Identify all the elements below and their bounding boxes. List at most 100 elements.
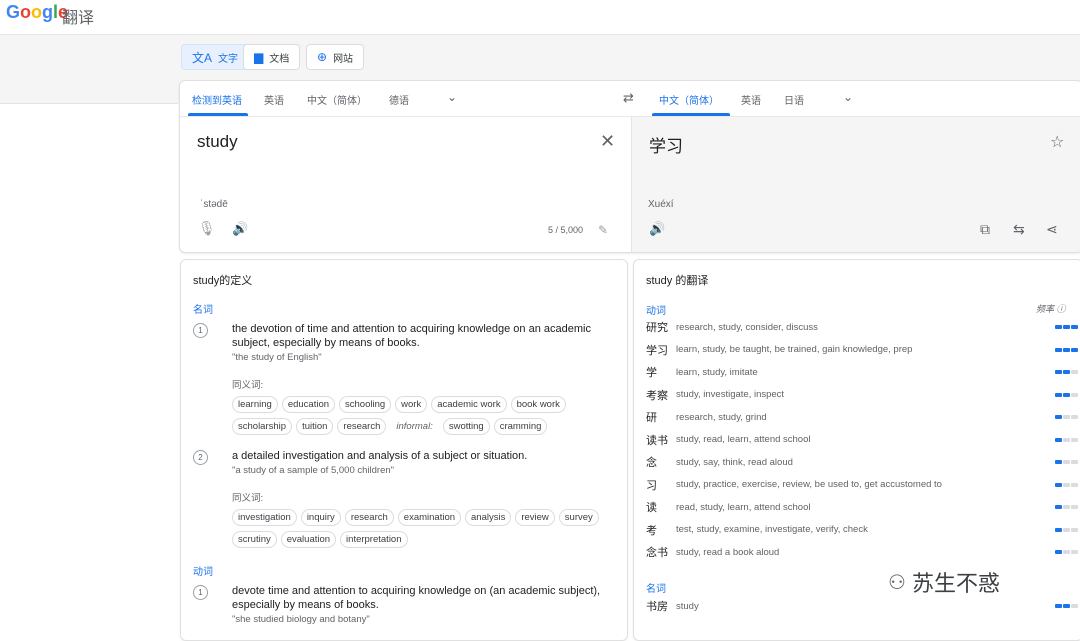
tab-target-japanese[interactable]: 日语 [784,92,804,107]
definitions-title: study的定义 [193,275,253,287]
frequency-segment [1063,325,1070,329]
frequency-segment [1055,505,1062,509]
translation-row[interactable]: 念 study, say, think, read aloud [646,454,1078,470]
translation-row[interactable]: 考 test, study, examine, investigate, veri… [646,522,1078,538]
synonym-chip[interactable]: swotting [442,418,490,435]
mode-document-button[interactable]: ▆ 文档 [243,44,301,70]
synonym-chip[interactable]: examination [397,509,462,526]
synonym-chip[interactable]: research [337,418,387,435]
translation-word[interactable]: 研究 [646,319,676,335]
close-icon[interactable]: ✕ [600,131,615,152]
translation-word[interactable]: 学习 [646,342,676,358]
copy-icon[interactable]: ⧉ [980,221,990,238]
translation-word[interactable]: 念 [646,454,676,470]
synonym-chip[interactable]: investigation [232,509,297,526]
share-icon[interactable]: ⋖ [1046,221,1058,238]
translation-word[interactable]: 念书 [646,544,676,560]
frequency-segment [1055,325,1062,329]
translation-word[interactable]: 考察 [646,387,676,403]
synonym-chip[interactable]: tuition [296,418,334,435]
synonym-chip[interactable]: review [515,509,555,526]
synonym-chip[interactable]: evaluation [280,531,337,548]
mode-website-button[interactable]: ⊕ 网站 [306,44,365,70]
feedback-icon[interactable]: ⇆ [1013,221,1025,238]
translation-word[interactable]: 考 [646,522,676,538]
tab-target-english[interactable]: 英语 [741,92,761,107]
translation-row[interactable]: 学习 learn, study, be taught, be trained, g… [646,342,1078,358]
synonym-chip[interactable]: analysis [465,509,512,526]
logo-letter: g [42,2,54,22]
translation-row[interactable]: 读书 study, read, learn, attend school [646,432,1078,448]
translation-word[interactable]: 研 [646,409,676,425]
translation-row[interactable]: 读 read, study, learn, attend school [646,499,1078,515]
back-translations: study, practice, exercise, review, be us… [676,479,942,490]
synonym-chip[interactable]: academic work [431,396,507,413]
translation-row[interactable]: 书房 study [646,598,1078,614]
back-translations: study [676,600,699,612]
frequency-segment [1063,392,1070,397]
frequency-bar [1055,415,1078,419]
frequency-segment [1071,505,1078,509]
frequency-label[interactable]: 频率 ⓘ [1036,302,1066,315]
back-translations: learn, study, be taught, be trained, gai… [676,344,913,355]
chevron-down-icon[interactable]: ⌄ [843,90,853,104]
translation-row[interactable]: 考察 study, investigate, inspect [646,387,1078,403]
frequency-segment [1063,505,1070,509]
translation-word[interactable]: 学 [646,364,676,380]
translation-word[interactable]: 习 [646,477,676,493]
chevron-down-icon[interactable]: ⌄ [447,90,457,104]
source-pane[interactable]: study ✕ ˈstədē 🎙 🔊 5 / 5,000 ✎ [180,117,631,252]
synonym-chip[interactable]: research [344,509,394,526]
synonym-chip[interactable]: learning [232,396,278,413]
synonym-chip[interactable]: interpretation [340,531,408,548]
translation-word[interactable]: 读书 [646,432,676,448]
synonym-chip[interactable]: scrutiny [232,531,277,548]
tab-source-english[interactable]: 英语 [264,92,284,107]
frequency-bar [1055,325,1078,329]
synonym-chip[interactable]: education [281,396,336,413]
swap-languages-icon[interactable]: ⇄ [623,90,634,106]
globe-icon: ⊕ [317,50,328,64]
speaker-icon[interactable]: 🔊 [649,221,665,237]
synonym-chips: scrutiny evaluation interpretation [232,531,408,548]
translation-row[interactable]: 习 study, practice, exercise, review, be u… [646,477,1078,493]
translation-row[interactable]: 研究 research, study, consider, discuss [646,319,1078,335]
synonyms-label: 同义词: [232,380,264,391]
frequency-segment [1055,550,1062,554]
back-translations: study, read, learn, attend school [676,434,811,445]
synonym-chip[interactable]: cramming [493,418,548,435]
synonym-chip[interactable]: book work [510,396,566,413]
frequency-segment [1071,325,1078,329]
frequency-segment [1063,437,1070,442]
watermark: ⚇ 苏生不惑 [888,571,1000,596]
star-icon[interactable]: ☆ [1050,132,1064,152]
mode-text-button[interactable]: 文A 文字 [181,44,250,70]
synonym-chip[interactable]: inquiry [300,509,341,526]
source-text[interactable]: study [197,132,238,152]
frequency-segment [1055,347,1062,352]
tab-source-german[interactable]: 德语 [389,92,409,107]
tab-target-chinese[interactable]: 中文（简体） [659,92,719,107]
speaker-icon[interactable]: 🔊 [232,221,248,237]
tab-source-chinese[interactable]: 中文（简体） [307,92,367,107]
translation-word[interactable]: 读 [646,499,676,515]
translation-word[interactable]: 书房 [646,598,676,614]
google-logo[interactable]: Google [6,2,68,23]
frequency-segment [1055,604,1062,608]
translate-card: 检测到英语 英语 中文（简体） 德语 ⌄ ⇄ 中文（简体） 英语 日语 ⌄ st… [179,80,1080,253]
frequency-segment [1071,347,1078,352]
pencil-icon[interactable]: ✎ [598,223,608,237]
synonym-chip[interactable]: schooling [339,396,392,413]
tab-detect-language[interactable]: 检测到英语 [192,92,242,107]
synonym-chip[interactable]: work [395,396,428,413]
back-translations: research, study, grind [676,411,767,423]
synonym-chip[interactable]: scholarship [232,418,293,435]
translation-row[interactable]: 学 learn, study, imitate [646,364,1078,380]
definition-example: "a study of a sample of 5,000 children" [232,465,395,476]
translation-row[interactable]: 研 research, study, grind [646,409,1078,425]
microphone-icon[interactable]: 🎙 [198,220,216,237]
frequency-segment [1071,482,1078,487]
help-icon[interactable]: ⓘ [1057,304,1066,314]
synonym-chip[interactable]: survey [558,509,599,526]
translation-row[interactable]: 念书 study, read a book aloud [646,544,1078,560]
